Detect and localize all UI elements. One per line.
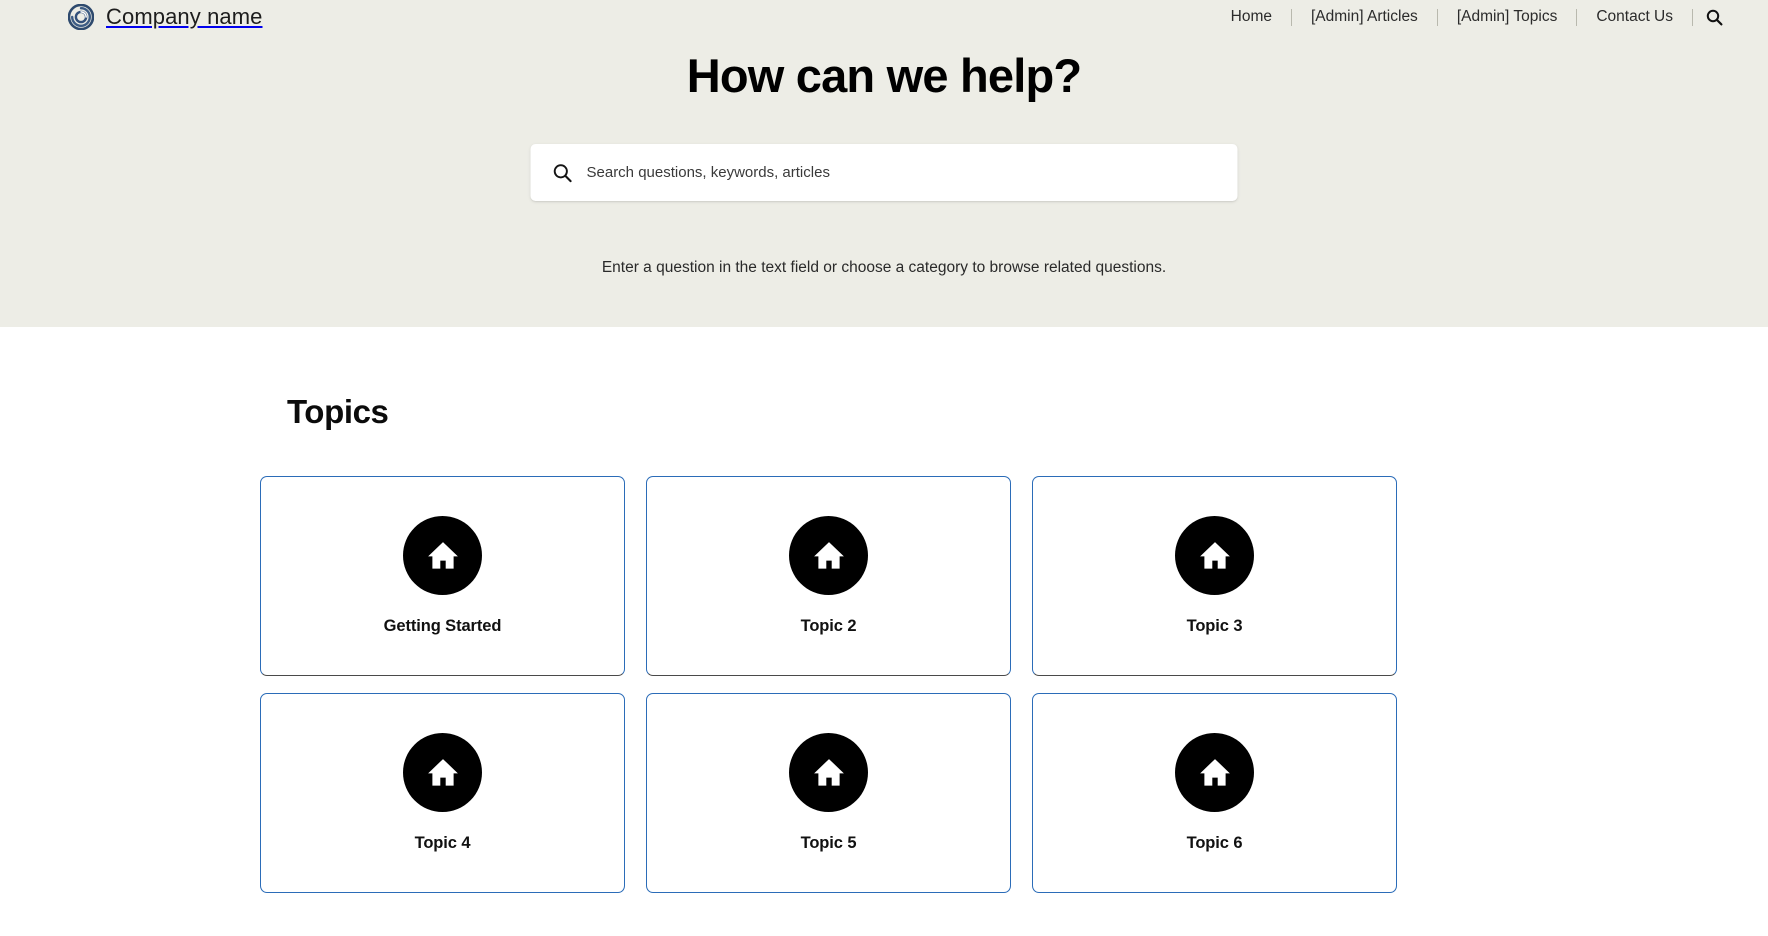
topics-grid: Getting Started Topic 2 Topic 3 Topic 4 … (260, 476, 1397, 893)
nav-link-home[interactable]: Home (1212, 9, 1291, 25)
spiral-logo-icon (68, 4, 94, 30)
search-icon (1706, 9, 1722, 25)
home-icon (1175, 516, 1254, 595)
home-icon (789, 733, 868, 812)
topic-card-label: Topic 5 (800, 834, 857, 852)
topic-card-label: Topic 3 (1186, 617, 1243, 635)
navbar: Company name Home [Admin] Articles [Admi… (0, 0, 1768, 34)
topic-card-topic-4[interactable]: Topic 4 (260, 693, 625, 893)
topic-card-topic-5[interactable]: Topic 5 (646, 693, 1011, 893)
home-icon (403, 733, 482, 812)
topics-heading: Topics (287, 393, 389, 430)
topic-card-topic-6[interactable]: Topic 6 (1032, 693, 1397, 893)
topic-card-label: Getting Started (383, 617, 502, 635)
nav-link-admin-topics[interactable]: [Admin] Topics (1438, 9, 1577, 25)
page-title: How can we help? (686, 49, 1082, 102)
home-icon-glyph (813, 758, 844, 786)
hero-subtitle: Enter a question in the text field or ch… (601, 259, 1167, 276)
brand-name: Company name (106, 4, 263, 29)
nav-link-contact-us[interactable]: Contact Us (1577, 9, 1692, 25)
topic-card-label: Topic 2 (800, 617, 857, 635)
home-icon (403, 516, 482, 595)
hero-band: Company name Home [Admin] Articles [Admi… (0, 0, 1768, 327)
home-icon-glyph (813, 541, 844, 569)
topic-card-label: Topic 6 (1186, 834, 1243, 852)
topic-card-topic-3[interactable]: Topic 3 (1032, 476, 1397, 676)
brand-logo-link[interactable]: Company name (68, 0, 263, 34)
topic-card-label: Topic 4 (414, 834, 471, 852)
search-input[interactable] (586, 144, 1216, 201)
home-icon-glyph (427, 758, 458, 786)
search-icon (553, 163, 572, 182)
home-icon-glyph (1199, 541, 1230, 569)
primary-navigation: Home [Admin] Articles [Admin] Topics Con… (1212, 0, 1735, 34)
nav-link-admin-articles[interactable]: [Admin] Articles (1292, 9, 1437, 25)
topic-card-topic-2[interactable]: Topic 2 (646, 476, 1011, 676)
home-icon (1175, 733, 1254, 812)
home-icon-glyph (1199, 758, 1230, 786)
topic-card-getting-started[interactable]: Getting Started (260, 476, 625, 676)
home-icon (789, 516, 868, 595)
hero-search-box[interactable] (530, 144, 1238, 201)
home-icon-glyph (427, 541, 458, 569)
navbar-search-button[interactable] (1693, 4, 1735, 30)
